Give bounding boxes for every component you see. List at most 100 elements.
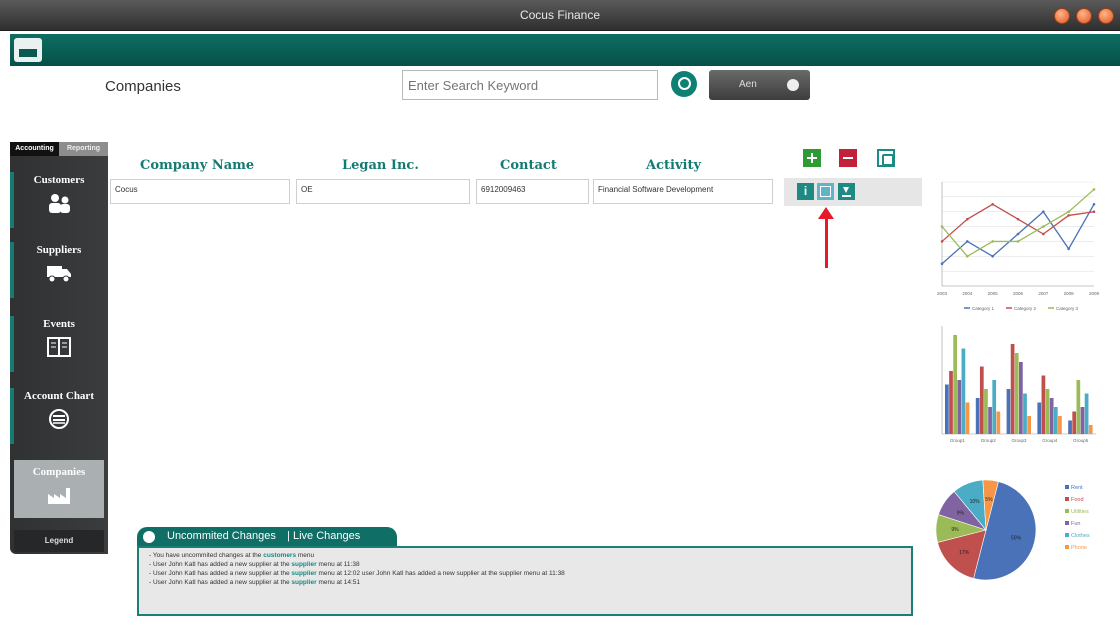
slice-label: 17% [959,550,970,556]
legend-label: Phone [1071,545,1087,551]
legend-swatch [1065,497,1069,501]
legend-label: Rent [1071,485,1083,491]
tab-accounting[interactable]: Accounting [10,142,59,156]
data-point [966,254,969,258]
app-logo-icon[interactable] [14,38,42,62]
bar [992,380,997,434]
sidebar-item-label: Events [43,318,75,330]
x-tick-label: Group3 [1011,438,1027,443]
legend-swatch [1065,485,1069,489]
x-tick-label: Group1 [950,438,966,443]
data-point [991,202,994,206]
table-cell[interactable]: 6912009463 [476,179,589,204]
sidebar-item-events[interactable]: Events [10,312,104,378]
data-point [1067,214,1070,217]
x-tick-label: Group2 [981,438,997,443]
bar [1049,398,1054,434]
sidebar-accent [10,242,14,298]
data-point [940,240,944,243]
sidebar-item-companies[interactable]: Companies [14,460,104,518]
log-text: menu at 11:38 [316,561,360,568]
slice-label: 50% [1011,536,1022,542]
table-cell[interactable]: Financial Software Development [593,179,773,204]
sidebar-item-label: Account Chart [24,390,94,402]
minimize-button[interactable] [1054,8,1070,24]
refresh-button[interactable] [877,149,895,167]
sidebar-item-suppliers[interactable]: Suppliers [10,238,104,304]
log-entry: - User John Katl has added a new supplie… [149,570,565,577]
log-text: menu [296,552,315,559]
bar [957,380,962,434]
log-link[interactable]: customers [263,552,296,559]
data-point [1042,210,1045,214]
info-icon[interactable]: i [797,183,814,200]
download-icon[interactable] [838,183,855,200]
data-point [1016,217,1020,221]
table-cell[interactable]: Cocus [110,179,290,204]
tab-live-changes[interactable]: Live Changes [293,530,360,542]
remove-button[interactable] [839,149,857,167]
bar [1080,407,1085,434]
data-point [1092,202,1096,206]
log-entry: - User John Katl has added a new supplie… [149,561,360,568]
pie-chart: 50% 17% 9% 9% 10% 5% Rent Food Utilities Fun Cloth… [935,479,1090,581]
x-tick-label: 2009 [1089,291,1100,296]
data-point [991,240,994,243]
column-header: Legan Inc. [342,158,419,173]
book-icon [47,337,71,357]
log-text: - You have uncommited changes at the [149,552,264,559]
x-tick-label: 2005 [988,291,999,296]
legend-swatch [1065,521,1069,525]
data-point [940,262,944,266]
changes-tab-bar: Uncommited Changes | Live Changes [137,527,397,547]
x-tick-label: 2006 [1013,291,1024,296]
tab-uncommited-changes[interactable]: Uncommited Changes [167,530,276,542]
bar [1084,393,1089,434]
log-link[interactable]: supplier [291,570,316,577]
chevron-down-icon[interactable] [143,531,155,543]
bar [1068,420,1072,434]
bar [1023,393,1027,434]
sidebar-accent [10,172,14,228]
table-cell[interactable]: OE [296,179,470,204]
filter-toggle[interactable]: Aen [709,70,810,100]
sidebar-item-label: Suppliers [36,244,82,256]
log-link[interactable]: supplier [291,561,316,568]
column-header: Company Name [140,158,255,173]
factory-icon [48,488,70,504]
sidebar-accent [10,316,14,372]
search-input[interactable] [402,70,658,100]
data-point [1016,240,1020,243]
data-point [1042,225,1045,228]
bar [1014,353,1019,434]
bar [945,384,949,434]
chart-icon [49,409,69,429]
close-button[interactable] [1098,8,1114,24]
x-tick-label: 2004 [962,291,973,296]
legend-label: Category 2 [1014,306,1037,311]
x-tick-label: Group5 [1073,438,1089,443]
maximize-button[interactable] [1076,8,1092,24]
sidebar-item-account-chart[interactable]: Account Chart [10,384,104,450]
sidebar-tabs: Accounting Reporting [10,142,108,156]
edit-icon[interactable] [817,183,834,200]
slice-label: 9% [951,527,959,533]
data-point [1067,247,1070,251]
log-link[interactable]: supplier [291,579,316,586]
bar [965,402,970,434]
legend-label: Category 3 [1056,306,1079,311]
legend-label: Category 1 [972,306,995,311]
data-point [1067,210,1070,214]
legend-swatch [1065,545,1069,549]
changes-log-panel: - You have uncommited changes at the cus… [137,546,913,616]
legend-button[interactable]: Legend [14,530,104,552]
bar [1010,344,1015,434]
sidebar-item-customers[interactable]: Customers [10,168,104,234]
data-point [991,254,994,258]
tab-reporting[interactable]: Reporting [59,142,108,156]
bar [1037,402,1042,434]
slice-label: 9% [957,511,965,517]
search-icon[interactable] [671,71,697,97]
add-button[interactable] [803,149,821,167]
data-point [966,240,969,243]
